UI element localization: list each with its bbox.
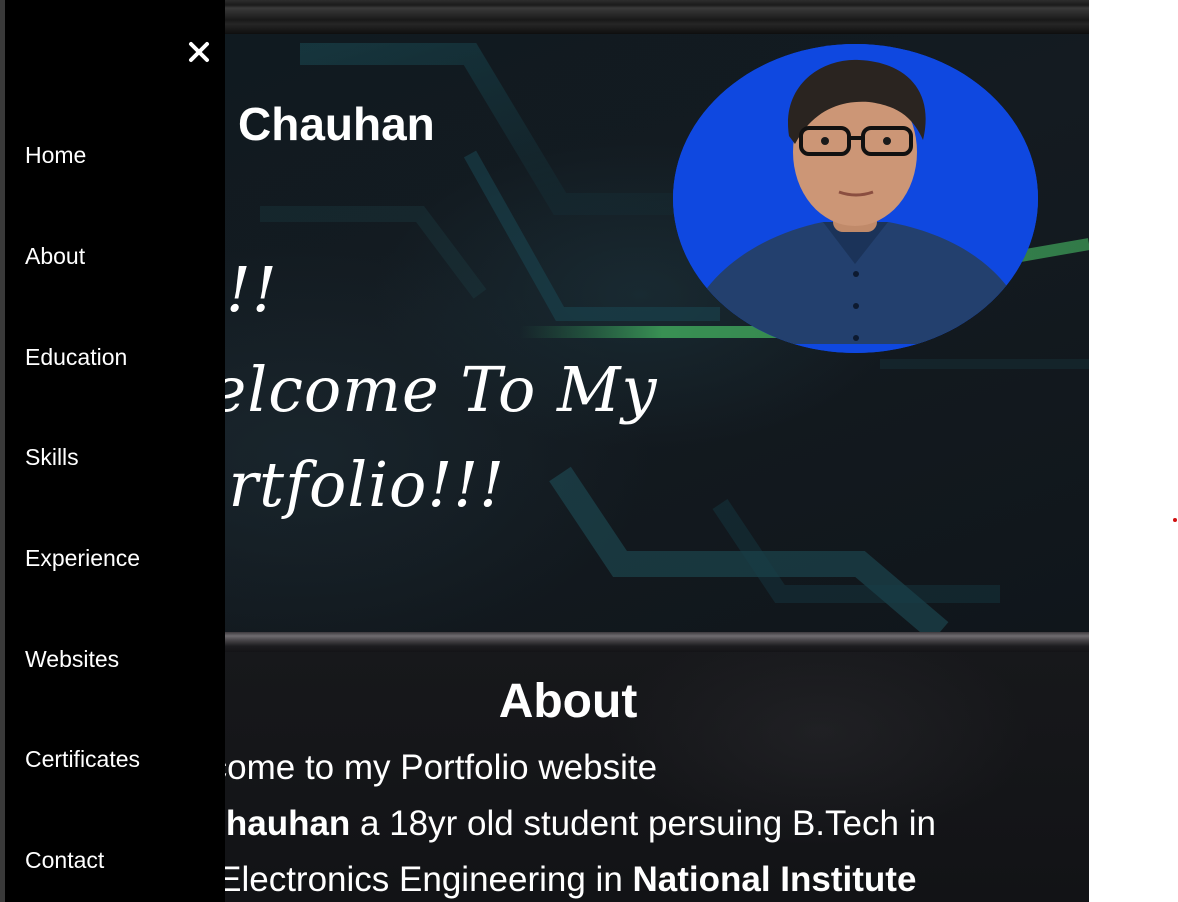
page: Chauhan Hi!! Welcome To My Portfolio!!!: [0, 0, 1178, 902]
close-icon: [189, 42, 209, 62]
nav-link-websites[interactable]: Websites: [25, 639, 215, 679]
about-institute-bold: National Institute: [632, 860, 917, 899]
about-intro-text: Welcome to my Portfolio website: [150, 748, 658, 787]
side-navigation-drawer: Home About Education Skills Experience W…: [0, 0, 225, 902]
about-description-text-1: a 18yr old student persuing B.Tech in: [350, 804, 936, 843]
cursor-dot: [1173, 518, 1177, 522]
nav-link-experience[interactable]: Experience: [25, 538, 215, 578]
nav-link-education[interactable]: Education: [25, 337, 215, 377]
nav-link-home[interactable]: Home: [25, 135, 215, 175]
close-menu-button[interactable]: [183, 36, 215, 68]
about-intro-line: Welcome to my Portfolio website: [150, 745, 657, 791]
about-description-line-1: na Chauhan a 18yr old student persuing B…: [150, 801, 936, 847]
about-description-line-2: and Electronics Engineering in National …: [150, 857, 916, 902]
nav-link-contact[interactable]: Contact: [25, 840, 215, 880]
nav-link-about[interactable]: About: [25, 236, 215, 276]
profile-photo-illustration: [673, 44, 1038, 353]
name-heading: Chauhan: [238, 98, 435, 150]
greeting-line-2: Welcome To My: [150, 353, 658, 426]
profile-photo: [673, 44, 1038, 353]
nav-link-certificates[interactable]: Certificates: [25, 739, 215, 779]
nav-link-skills[interactable]: Skills: [25, 437, 215, 477]
